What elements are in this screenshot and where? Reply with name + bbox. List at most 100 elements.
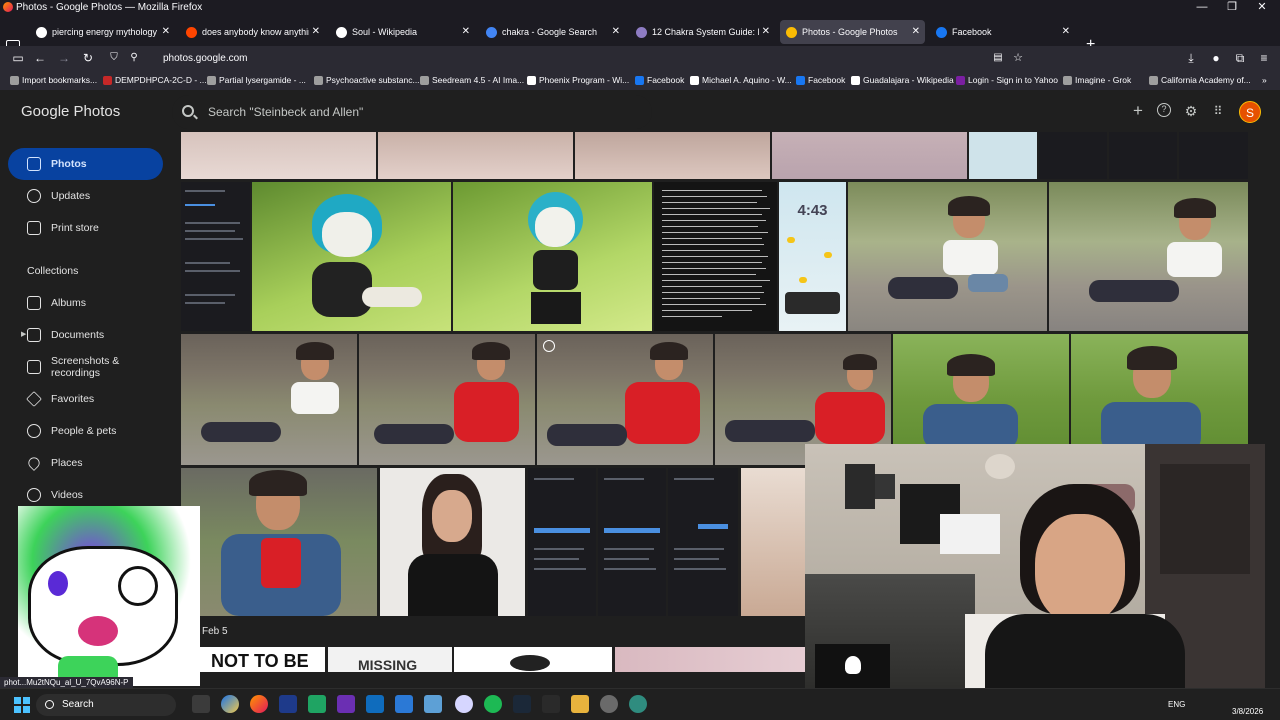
minimize-button[interactable]: —: [1187, 0, 1217, 16]
bookmark-item[interactable]: California Academy of...: [1149, 75, 1251, 85]
screenshot-thumbnail[interactable]: [969, 132, 1037, 179]
sidebar-item-people-pets[interactable]: People & pets: [8, 415, 163, 447]
app-icon[interactable]: [337, 695, 355, 713]
app-icon[interactable]: [600, 695, 618, 713]
firefox-taskbar-icon[interactable]: [250, 695, 268, 713]
tab-5[interactable]: Photos - Google Photos ✕: [780, 20, 925, 44]
phone-screenshot-thumbnail[interactable]: 4:43: [779, 182, 846, 331]
bookmark-item[interactable]: Guadalajara - Wikipedia: [851, 75, 954, 85]
taskbar-date[interactable]: 3/8/2026: [1232, 707, 1263, 716]
file-explorer-icon[interactable]: [571, 695, 589, 713]
menu-icon[interactable]: ≡: [1256, 50, 1272, 66]
tab-3[interactable]: chakra - Google Search ✕: [480, 20, 625, 44]
close-tab-icon[interactable]: ✕: [762, 20, 770, 44]
bookmark-item[interactable]: Psychoactive substanc...: [314, 75, 420, 85]
close-tab-icon[interactable]: ✕: [312, 20, 320, 44]
app-icon[interactable]: [424, 695, 442, 713]
close-tab-icon[interactable]: ✕: [1062, 20, 1070, 44]
close-tab-icon[interactable]: ✕: [462, 20, 470, 44]
app-icon[interactable]: [629, 695, 647, 713]
reader-view-icon[interactable]: ▤: [990, 50, 1006, 66]
shield-icon[interactable]: ⛉: [106, 50, 122, 66]
create-plus-icon[interactable]: +: [1130, 102, 1146, 119]
bookmark-item[interactable]: Partial lysergamide - ...: [207, 75, 306, 85]
photo-thumbnail[interactable]: [181, 132, 376, 179]
screenshot-thumbnail[interactable]: [1109, 132, 1177, 179]
downloads-icon[interactable]: ⤓: [1183, 50, 1199, 66]
help-icon[interactable]: ?: [1157, 103, 1171, 117]
bookmark-star-icon[interactable]: ☆: [1010, 50, 1026, 66]
back-button[interactable]: ←: [32, 50, 48, 66]
sidebar-item-print-store[interactable]: Print store: [8, 212, 163, 244]
tab-1[interactable]: does anybody know anything a✕: [180, 20, 325, 44]
copilot-icon[interactable]: [221, 695, 239, 713]
tab-2[interactable]: Soul - Wikipedia ✕: [330, 20, 475, 44]
sidebar-item-documents[interactable]: ▶ Documents: [8, 319, 163, 351]
tab-0[interactable]: piercing energy mythology wit ✕: [30, 20, 175, 44]
photo-thumbnail[interactable]: [575, 132, 770, 179]
bookmark-item[interactable]: Phoenix Program - Wi...: [527, 75, 629, 85]
photo-thumbnail[interactable]: [741, 468, 806, 616]
photo-thumbnail[interactable]: [252, 182, 451, 331]
bookmark-item[interactable]: Login - Sign in to Yahoo: [956, 75, 1058, 85]
photo-thumbnail[interactable]: [772, 132, 967, 179]
extensions-icon[interactable]: ⧉: [1232, 50, 1248, 66]
sidebar-item-places[interactable]: Places: [8, 447, 163, 479]
windows-start-icon[interactable]: [14, 697, 30, 713]
apps-grid-icon[interactable]: ⠿: [1210, 103, 1226, 119]
sidebar-item-screenshots[interactable]: Screenshots & recordings: [8, 351, 163, 383]
task-view-icon[interactable]: [192, 695, 210, 713]
screenshot-thumbnail[interactable]: [528, 468, 596, 616]
sidebar-item-updates[interactable]: Updates: [8, 180, 163, 212]
app-icon[interactable]: [455, 695, 473, 713]
bookmark-item[interactable]: Import bookmarks...: [10, 75, 97, 85]
taskbar-search[interactable]: Search: [36, 694, 176, 716]
bookmark-item[interactable]: DEMPDHPCA-2C-D - ...: [103, 75, 207, 85]
account-icon[interactable]: ●: [1208, 50, 1224, 66]
bookmark-item[interactable]: Facebook: [635, 75, 684, 85]
site-permissions-icon[interactable]: ⚲: [126, 50, 142, 66]
photo-thumbnail[interactable]: [378, 132, 573, 179]
screenshot-thumbnail[interactable]: [668, 468, 738, 616]
photo-thumbnail[interactable]: [615, 647, 805, 672]
forward-button[interactable]: →: [56, 50, 72, 66]
select-checkbox-icon[interactable]: [543, 340, 555, 352]
tab-4[interactable]: 12 Chakra System Guide: Exten✕: [630, 20, 775, 44]
bookmark-item[interactable]: Facebook: [796, 75, 845, 85]
url-bar[interactable]: ⛉ ⚲ photos.google.com ▤ ☆: [100, 48, 1030, 69]
url-text[interactable]: photos.google.com: [163, 48, 248, 69]
app-icon[interactable]: [395, 695, 413, 713]
spotify-icon[interactable]: [484, 695, 502, 713]
screenshot-thumbnail[interactable]: [181, 182, 250, 331]
photo-thumbnail[interactable]: [1049, 182, 1248, 331]
close-tab-icon[interactable]: ✕: [912, 20, 920, 44]
account-avatar[interactable]: S: [1239, 101, 1261, 123]
photo-thumbnail[interactable]: [380, 468, 525, 616]
tab-6[interactable]: Facebook ✕: [930, 20, 1075, 44]
document-thumbnail[interactable]: [654, 182, 777, 331]
photo-thumbnail[interactable]: [848, 182, 1047, 331]
photo-thumbnail[interactable]: [181, 334, 357, 465]
language-indicator[interactable]: ENG: [1168, 700, 1185, 709]
photo-thumbnail[interactable]: [454, 647, 612, 672]
photo-thumbnail[interactable]: MISSING: [328, 647, 452, 672]
bookmark-item[interactable]: Seedream 4.5 - AI Ima...: [420, 75, 524, 85]
screenshot-thumbnail[interactable]: [598, 468, 666, 616]
settings-gear-icon[interactable]: ⚙: [1183, 103, 1199, 119]
spreadsheet-icon[interactable]: [308, 695, 326, 713]
close-tab-icon[interactable]: ✕: [162, 20, 170, 44]
screenshot-thumbnail[interactable]: [1039, 132, 1107, 179]
photo-thumbnail[interactable]: [537, 334, 713, 465]
sidebar-toggle-icon[interactable]: ▭: [10, 50, 26, 66]
sidebar-item-photos[interactable]: Photos: [8, 148, 163, 180]
search-input[interactable]: Search "Steinbeck and Allen": [172, 95, 652, 129]
reload-button[interactable]: ↻: [80, 50, 96, 66]
photo-thumbnail[interactable]: NOT TO BE: [197, 647, 325, 672]
google-photos-logo[interactable]: Google Photos: [21, 103, 120, 120]
steam-icon[interactable]: [513, 695, 531, 713]
sidebar-item-albums[interactable]: Albums: [8, 287, 163, 319]
maximize-button[interactable]: ❐: [1217, 0, 1247, 16]
powershell-icon[interactable]: [279, 695, 297, 713]
bookmark-item[interactable]: Michael A. Aquino - W...: [690, 75, 792, 85]
screenshot-thumbnail[interactable]: [1179, 132, 1248, 179]
